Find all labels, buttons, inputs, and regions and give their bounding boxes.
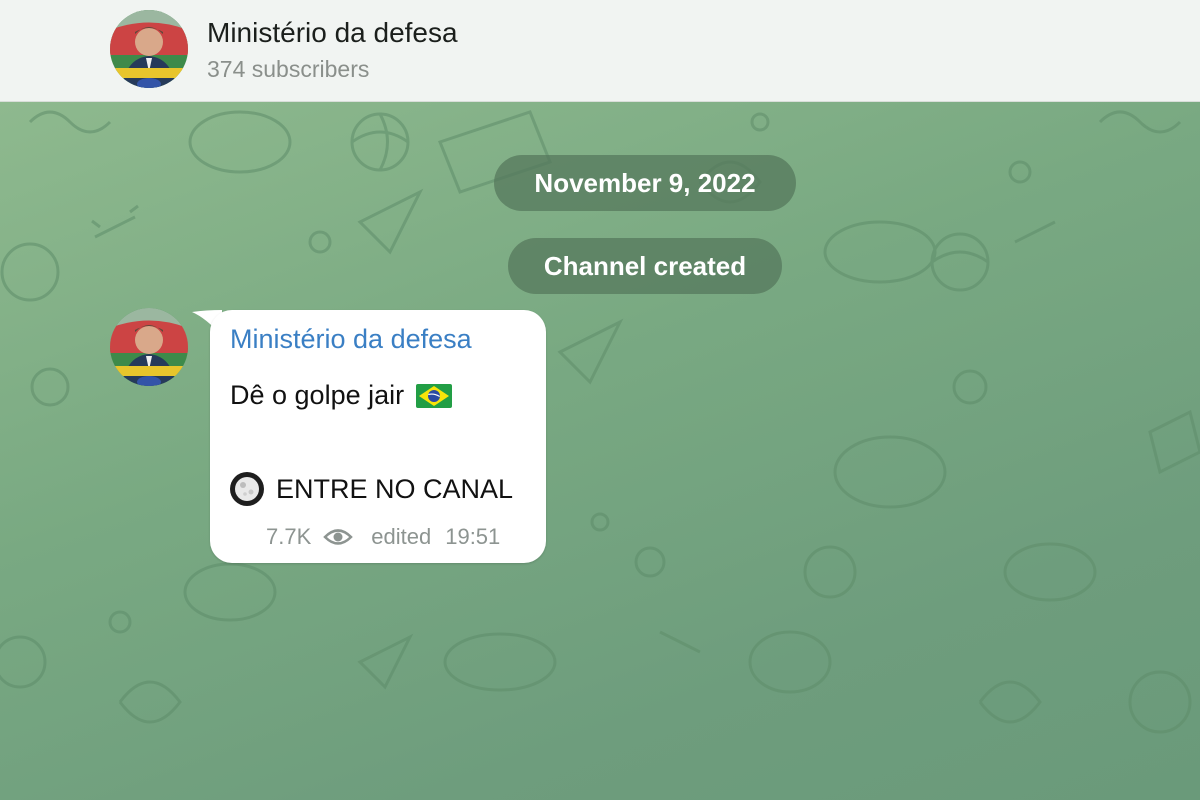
message-meta: 7.7K edited 19:51 xyxy=(266,524,500,550)
service-message-channel-created: Channel created xyxy=(508,238,782,294)
message-text: Dê o golpe jair xyxy=(230,380,405,410)
message-text-line: Dê o golpe jair xyxy=(230,380,453,411)
message-bubble[interactable]: Ministério da defesa Dê o golpe jair ENT… xyxy=(210,310,546,563)
message-avatar[interactable] xyxy=(110,308,188,386)
edited-label: edited xyxy=(371,524,432,549)
message-link-line[interactable]: ENTRE NO CANAL xyxy=(228,470,513,508)
channel-avatar[interactable] xyxy=(110,10,188,88)
message-sender[interactable]: Ministério da defesa xyxy=(230,324,472,355)
brazil-flag-icon xyxy=(416,383,453,408)
message-link-text[interactable]: ENTRE NO CANAL xyxy=(276,474,513,505)
channel-title[interactable]: Ministério da defesa xyxy=(207,17,458,49)
message-time: 19:51 xyxy=(445,524,501,549)
view-count: 7.7K xyxy=(266,524,312,549)
avatar-image xyxy=(110,308,188,386)
full-moon-icon xyxy=(228,470,266,508)
eye-icon xyxy=(323,526,354,548)
avatar-image xyxy=(110,10,188,88)
date-separator: November 9, 2022 xyxy=(494,155,796,211)
subscriber-count: 374 subscribers xyxy=(207,56,370,82)
channel-header[interactable]: Ministério da defesa 374 subscribers xyxy=(0,0,1200,102)
